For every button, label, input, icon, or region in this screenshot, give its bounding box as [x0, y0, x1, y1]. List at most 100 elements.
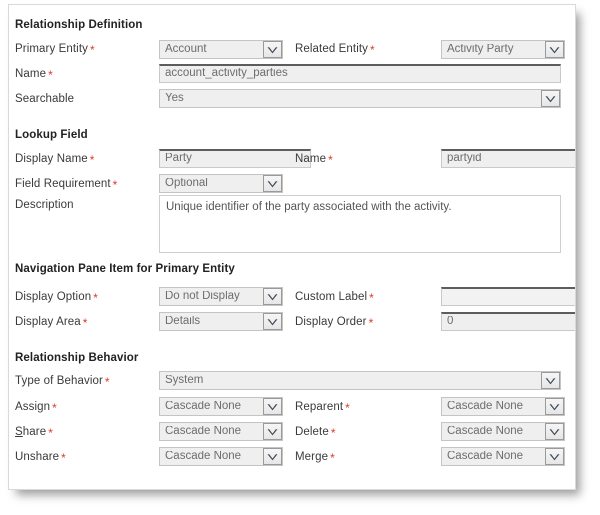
required-asterisk: *	[61, 451, 66, 465]
navigation-pane-item-display-order-input[interactable]: 0	[441, 312, 576, 331]
chevron-down-icon[interactable]	[263, 313, 282, 330]
label-text: Merge	[295, 451, 328, 463]
chevron-down-icon[interactable]	[263, 41, 282, 58]
lookup-field-name-input[interactable]: partyid	[441, 149, 576, 168]
relationship-behavior-type-of-behavior-value: System	[160, 375, 541, 387]
navigation-pane-item-custom-label-input[interactable]	[441, 287, 576, 306]
chevron-down-icon[interactable]	[263, 288, 282, 305]
relationship-definition-name-input[interactable]: account_activity_parties	[159, 64, 561, 83]
field-label-navigation-pane-item-display-option: Display Option*	[15, 291, 98, 303]
required-asterisk: *	[48, 426, 53, 440]
relationship-behavior-merge-value: Cascade None	[442, 451, 545, 463]
label-text: Assign	[15, 401, 50, 413]
relationship-behavior-delete-dropdown[interactable]: Cascade None	[441, 422, 565, 441]
navigation-pane-item-display-area-dropdown[interactable]: Details	[159, 312, 283, 331]
label-text: Searchable	[15, 93, 74, 105]
relationship-definition-related-entity-dropdown[interactable]: Activity Party	[441, 40, 565, 59]
field-label-relationship-behavior-merge: Merge*	[295, 451, 335, 463]
section-heading-navigation-pane-item: Navigation Pane Item for Primary Entity	[15, 263, 235, 275]
chevron-down-icon[interactable]	[545, 398, 564, 415]
relationship-behavior-share-dropdown[interactable]: Cascade None	[159, 422, 283, 441]
label-text: Unshare	[15, 451, 59, 463]
navigation-pane-item-display-order-value: 0	[442, 316, 576, 328]
lookup-field-display-name-value: Party	[160, 153, 310, 165]
section-heading-relationship-behavior: Relationship Behavior	[15, 352, 139, 364]
chevron-down-icon[interactable]	[541, 90, 560, 107]
chevron-down-icon[interactable]	[263, 175, 282, 192]
required-asterisk: *	[113, 178, 118, 192]
chevron-down-icon[interactable]	[541, 372, 560, 389]
relationship-definition-related-entity-value: Activity Party	[442, 44, 545, 56]
chevron-down-icon[interactable]	[545, 41, 564, 58]
field-label-relationship-definition-related-entity: Related Entity*	[295, 43, 375, 55]
chevron-down-icon[interactable]	[263, 423, 282, 440]
field-label-relationship-definition-name: Name*	[15, 68, 53, 80]
required-asterisk: *	[90, 153, 95, 167]
lookup-field-display-name-input[interactable]: Party	[159, 149, 311, 168]
field-label-relationship-behavior-delete: Delete*	[295, 426, 336, 438]
label-text: Custom Label	[295, 291, 367, 303]
lookup-field-field-requirement-value: Optional	[160, 178, 263, 190]
relationship-behavior-unshare-dropdown[interactable]: Cascade None	[159, 447, 283, 466]
relationship-behavior-merge-dropdown[interactable]: Cascade None	[441, 447, 565, 466]
relationship-behavior-assign-value: Cascade None	[160, 401, 263, 413]
lookup-field-field-requirement-dropdown[interactable]: Optional	[159, 174, 283, 193]
navigation-pane-item-display-option-value: Do not Display	[160, 291, 263, 303]
required-asterisk: *	[345, 401, 350, 415]
relationship-definition-name-value: account_activity_parties	[160, 68, 560, 80]
field-label-relationship-behavior-type-of-behavior: Type of Behavior*	[15, 375, 110, 387]
required-asterisk: *	[370, 43, 375, 57]
section-heading-lookup-field: Lookup Field	[15, 129, 88, 141]
label-text: Type of Behavior	[15, 375, 103, 387]
field-label-lookup-field-display-name: Display Name*	[15, 153, 95, 165]
required-asterisk: *	[369, 291, 374, 305]
lookup-field-description-textarea[interactable]: Unique identifier of the party associate…	[159, 195, 561, 253]
field-label-relationship-definition-primary-entity: Primary Entity*	[15, 43, 95, 55]
section-heading-relationship-definition: Relationship Definition	[15, 19, 143, 31]
field-label-relationship-behavior-share: Share*	[15, 426, 53, 438]
required-asterisk: *	[369, 316, 374, 330]
label-text: Related Entity	[295, 43, 368, 55]
field-label-lookup-field-field-requirement: Field Requirement*	[15, 178, 117, 190]
label-text: Share	[15, 426, 46, 438]
required-asterisk: *	[330, 451, 335, 465]
relationship-definition-primary-entity-value: Account	[160, 44, 263, 56]
field-label-relationship-behavior-unshare: Unshare*	[15, 451, 66, 463]
required-asterisk: *	[52, 401, 57, 415]
lookup-field-name-value: partyid	[442, 153, 576, 165]
label-text: Reparent	[295, 401, 343, 413]
chevron-down-icon[interactable]	[263, 448, 282, 465]
required-asterisk: *	[93, 291, 98, 305]
relationship-behavior-reparent-dropdown[interactable]: Cascade None	[441, 397, 565, 416]
relationship-behavior-reparent-value: Cascade None	[442, 401, 545, 413]
field-label-navigation-pane-item-custom-label: Custom Label*	[295, 291, 374, 303]
field-label-relationship-behavior-assign: Assign*	[15, 401, 57, 413]
label-text: Description	[15, 199, 74, 211]
chevron-down-icon[interactable]	[263, 398, 282, 415]
label-text: Display Area	[15, 316, 81, 328]
required-asterisk: *	[48, 68, 53, 82]
label-text: Display Option	[15, 291, 91, 303]
field-label-lookup-field-description: Description	[15, 199, 74, 211]
field-label-relationship-behavior-reparent: Reparent*	[295, 401, 350, 413]
field-label-navigation-pane-item-display-area: Display Area*	[15, 316, 88, 328]
label-text: Field Requirement	[15, 178, 111, 190]
required-asterisk: *	[90, 43, 95, 57]
relationship-definition-searchable-dropdown[interactable]: Yes	[159, 89, 561, 108]
relationship-behavior-unshare-value: Cascade None	[160, 451, 263, 463]
chevron-down-icon[interactable]	[545, 448, 564, 465]
label-text: Display Order	[295, 316, 367, 328]
navigation-pane-item-display-area-value: Details	[160, 316, 263, 328]
field-label-navigation-pane-item-display-order: Display Order*	[295, 316, 373, 328]
relationship-definition-searchable-value: Yes	[160, 93, 541, 105]
relationship-behavior-type-of-behavior-dropdown[interactable]: System	[159, 371, 561, 390]
relationship-behavior-delete-value: Cascade None	[442, 426, 545, 438]
relationship-editor-panel: Relationship Definition Primary Entity* Ac…	[8, 4, 576, 490]
navigation-pane-item-display-option-dropdown[interactable]: Do not Display	[159, 287, 283, 306]
relationship-definition-primary-entity-dropdown[interactable]: Account	[159, 40, 283, 59]
required-asterisk: *	[83, 316, 88, 330]
relationship-form: Relationship Definition Primary Entity* Ac…	[9, 5, 575, 489]
relationship-behavior-share-value: Cascade None	[160, 426, 263, 438]
chevron-down-icon[interactable]	[545, 423, 564, 440]
relationship-behavior-assign-dropdown[interactable]: Cascade None	[159, 397, 283, 416]
